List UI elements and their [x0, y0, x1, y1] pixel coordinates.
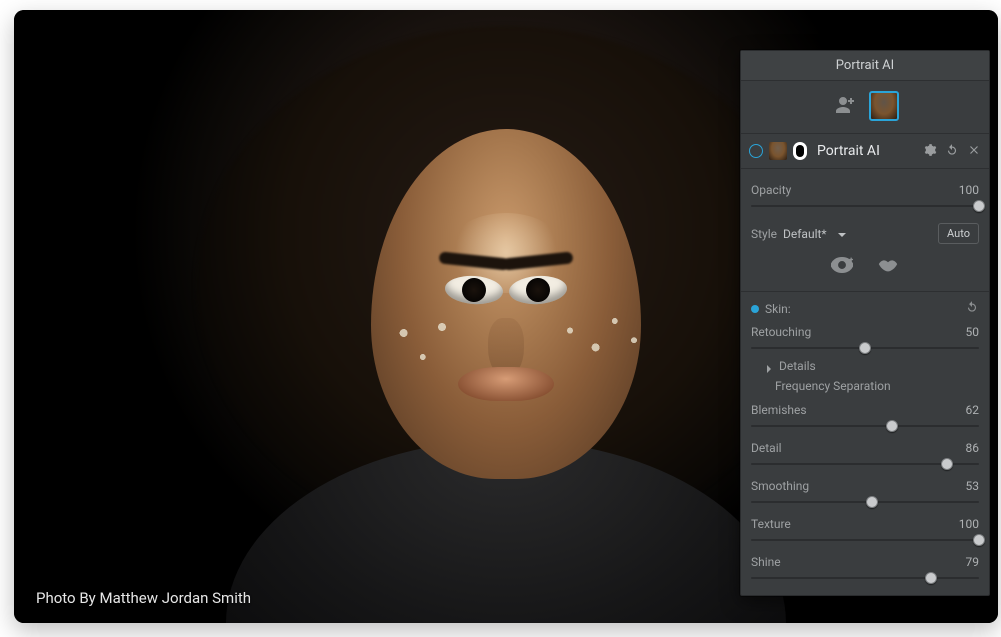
shine-label: Shine — [751, 555, 781, 569]
shine-slider[interactable] — [751, 571, 979, 585]
style-dropdown[interactable]: Default* — [783, 227, 932, 241]
lips-enhance-icon[interactable] — [877, 256, 899, 277]
chevron-right-icon — [765, 362, 773, 370]
skin-label: Skin: — [765, 302, 791, 316]
style-label: Style — [751, 227, 777, 241]
opacity-label: Opacity — [751, 183, 791, 197]
texture-slider[interactable] — [751, 533, 979, 547]
filter-mask-icon[interactable] — [793, 142, 807, 160]
retouching-slider[interactable] — [751, 341, 979, 355]
editor-stage: Photo By Matthew Jordan Smith Portrait A… — [14, 10, 998, 623]
details-toggle[interactable]: Details — [751, 355, 979, 375]
filter-enable-toggle[interactable] — [749, 144, 763, 158]
blemishes-value: 62 — [966, 403, 980, 417]
retouching-label: Retouching — [751, 325, 811, 339]
skin-section-indicator — [751, 305, 759, 313]
smoothing-slider[interactable] — [751, 495, 979, 509]
filter-face-thumb[interactable] — [769, 142, 787, 160]
detail-slider[interactable] — [751, 457, 979, 471]
photo-credit: Photo By Matthew Jordan Smith — [36, 589, 251, 607]
eye-enhance-icon[interactable] — [831, 256, 853, 277]
blemishes-slider[interactable] — [751, 419, 979, 433]
retouching-value: 50 — [966, 325, 980, 339]
smoothing-label: Smoothing — [751, 479, 809, 493]
detail-value: 86 — [966, 441, 980, 455]
texture-value: 100 — [959, 517, 979, 531]
add-face-button[interactable] — [831, 91, 859, 119]
style-selected: Default* — [783, 227, 827, 241]
blemishes-label: Blemishes — [751, 403, 807, 417]
auto-button[interactable]: Auto — [938, 223, 979, 244]
texture-label: Texture — [751, 517, 791, 531]
shine-value: 79 — [966, 555, 980, 569]
skin-reset-icon[interactable] — [965, 300, 979, 317]
frequency-separation-label: Frequency Separation — [751, 375, 979, 395]
opacity-slider[interactable] — [751, 199, 979, 213]
filter-title: Portrait AI — [817, 143, 917, 159]
reset-icon[interactable] — [945, 143, 959, 160]
detail-label: Detail — [751, 441, 782, 455]
panel-title: Portrait AI — [741, 51, 989, 81]
opacity-value: 100 — [959, 183, 979, 197]
face-picker — [741, 81, 989, 134]
chevron-down-icon — [837, 229, 847, 239]
close-icon[interactable] — [967, 143, 981, 160]
filter-header: Portrait AI — [741, 134, 989, 169]
smoothing-value: 53 — [966, 479, 980, 493]
portrait-ai-panel: Portrait AI Portrait AI Opacity 100 — [740, 50, 990, 596]
gear-icon[interactable] — [923, 143, 937, 160]
face-thumbnail-selected[interactable] — [869, 91, 899, 121]
